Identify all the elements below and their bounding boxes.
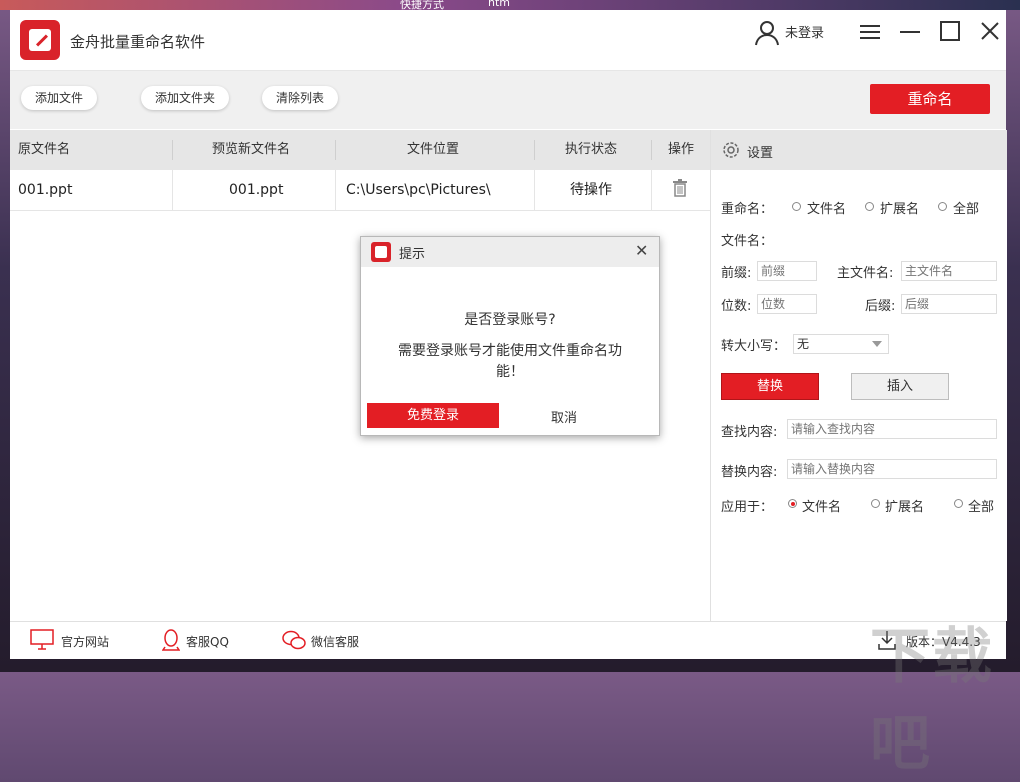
desktop-background: 快捷方式 htm xyxy=(0,0,1020,11)
file-location: C:\Users\pc\Pictures\ xyxy=(346,182,491,198)
rename-button[interactable]: 重命名 xyxy=(870,84,990,114)
rename-filename-radio[interactable] xyxy=(792,202,801,211)
mainname-label: 主文件名: xyxy=(837,266,894,281)
monitor-icon[interactable] xyxy=(30,629,54,655)
column-header[interactable]: 执行状态 xyxy=(565,130,617,170)
case-label: 转大小写： xyxy=(721,339,787,354)
radio-label[interactable]: 扩展名 xyxy=(880,198,919,217)
case-select[interactable]: 无 xyxy=(793,334,889,354)
find-input[interactable] xyxy=(787,419,997,439)
rename-mode-label: 重命名： xyxy=(721,202,774,217)
dialog-title: 提示 xyxy=(399,247,426,262)
minimize-icon[interactable] xyxy=(896,18,926,46)
prefix-label: 前缀: xyxy=(721,266,752,281)
app-logo-icon xyxy=(371,242,391,262)
settings-header: 设置 xyxy=(711,130,1007,170)
desktop-shortcut-label: htm xyxy=(488,0,510,9)
case-select-value: 无 xyxy=(797,337,810,351)
digits-label: 位数: xyxy=(721,299,752,314)
column-header[interactable]: 原文件名 xyxy=(18,130,70,170)
insert-button[interactable]: 插入 xyxy=(851,373,949,400)
table-row[interactable]: 001.ppt 001.ppt C:\Users\pc\Pictures\ 待操… xyxy=(10,170,710,211)
radio-label[interactable]: 全部 xyxy=(968,496,994,515)
trash-icon[interactable] xyxy=(672,179,688,199)
chevron-down-icon xyxy=(872,341,882,347)
settings-title: 设置 xyxy=(747,146,774,161)
clear-list-button[interactable]: 清除列表 xyxy=(262,86,339,110)
column-header[interactable]: 文件位置 xyxy=(407,130,459,170)
suffix-input[interactable] xyxy=(901,294,997,314)
dialog-message: 需要登录账号才能使用文件重命名功能！ xyxy=(398,343,622,380)
qq-icon[interactable] xyxy=(161,629,181,655)
app-window: 金舟批量重命名软件 未登录 添加文件 添加文件夹 清除列表 重命名 原文件名 预… xyxy=(10,10,1007,779)
toolbar: 添加文件 添加文件夹 清除列表 重命名 xyxy=(10,71,1006,129)
apply-all-radio[interactable] xyxy=(954,499,963,508)
filename-section-label: 文件名： xyxy=(721,234,774,249)
cancel-button[interactable]: 取消 xyxy=(551,407,577,426)
digits-input[interactable] xyxy=(757,294,817,314)
title-bar: 金舟批量重命名软件 未登录 xyxy=(10,10,1006,71)
dialog-close-icon[interactable]: ✕ xyxy=(635,241,648,260)
app-title: 金舟批量重命名软件 xyxy=(70,33,206,51)
preview-filename: 001.ppt xyxy=(229,182,284,198)
add-file-button[interactable]: 添加文件 xyxy=(21,86,98,110)
free-login-button[interactable]: 免费登录 xyxy=(367,403,499,428)
table-header: 原文件名 预览新文件名 文件位置 执行状态 操作 xyxy=(10,130,710,170)
radio-label[interactable]: 文件名 xyxy=(802,496,841,515)
app-logo-icon xyxy=(20,20,60,60)
radio-label[interactable]: 文件名 xyxy=(807,198,846,217)
radio-label[interactable]: 全部 xyxy=(953,198,979,217)
dialog-question: 是否登录账号? xyxy=(464,312,556,328)
replace-button[interactable]: 替换 xyxy=(721,373,819,400)
maximize-icon[interactable] xyxy=(936,18,966,46)
dialog-header: 提示 ✕ xyxy=(361,237,659,267)
radio-label[interactable]: 扩展名 xyxy=(885,496,924,515)
column-header[interactable]: 操作 xyxy=(668,130,694,170)
apply-filename-radio[interactable] xyxy=(788,499,797,508)
watermark: 下载吧 xyxy=(870,622,994,779)
status-bar: 官方网站 客服QQ 微信客服 版本：V4.4.3 xyxy=(10,621,1006,659)
website-link[interactable]: 官方网站 xyxy=(61,633,109,650)
find-label: 查找内容: xyxy=(721,425,778,440)
gear-icon xyxy=(721,140,741,164)
wechat-support-link[interactable]: 微信客服 xyxy=(311,633,359,650)
rename-all-radio[interactable] xyxy=(938,202,947,211)
qq-support-link[interactable]: 客服QQ xyxy=(186,633,229,650)
apply-extension-radio[interactable] xyxy=(871,499,880,508)
mainname-input[interactable] xyxy=(901,261,997,281)
close-icon[interactable] xyxy=(976,18,1006,46)
replace-label: 替换内容: xyxy=(721,465,778,480)
login-prompt-dialog: 提示 ✕ 是否登录账号? 需要登录账号才能使用文件重命名功能！ 免费登录 取消 xyxy=(360,236,660,436)
replace-input[interactable] xyxy=(787,459,997,479)
wechat-icon[interactable] xyxy=(282,629,306,655)
apply-label: 应用于： xyxy=(721,500,774,515)
prefix-input[interactable] xyxy=(757,261,817,281)
column-header[interactable]: 预览新文件名 xyxy=(212,130,290,170)
add-folder-button[interactable]: 添加文件夹 xyxy=(141,86,230,110)
suffix-label: 后缀: xyxy=(865,299,896,314)
rename-extension-radio[interactable] xyxy=(865,202,874,211)
login-status[interactable]: 未登录 xyxy=(785,22,824,41)
status-text: 待操作 xyxy=(570,182,612,198)
original-filename: 001.ppt xyxy=(18,182,73,198)
settings-panel: 设置 重命名： 文件名 扩展名 全部 文件名： 前缀: 主文件名: 位数: 后缀… xyxy=(710,130,1007,621)
menu-icon[interactable] xyxy=(856,18,886,46)
